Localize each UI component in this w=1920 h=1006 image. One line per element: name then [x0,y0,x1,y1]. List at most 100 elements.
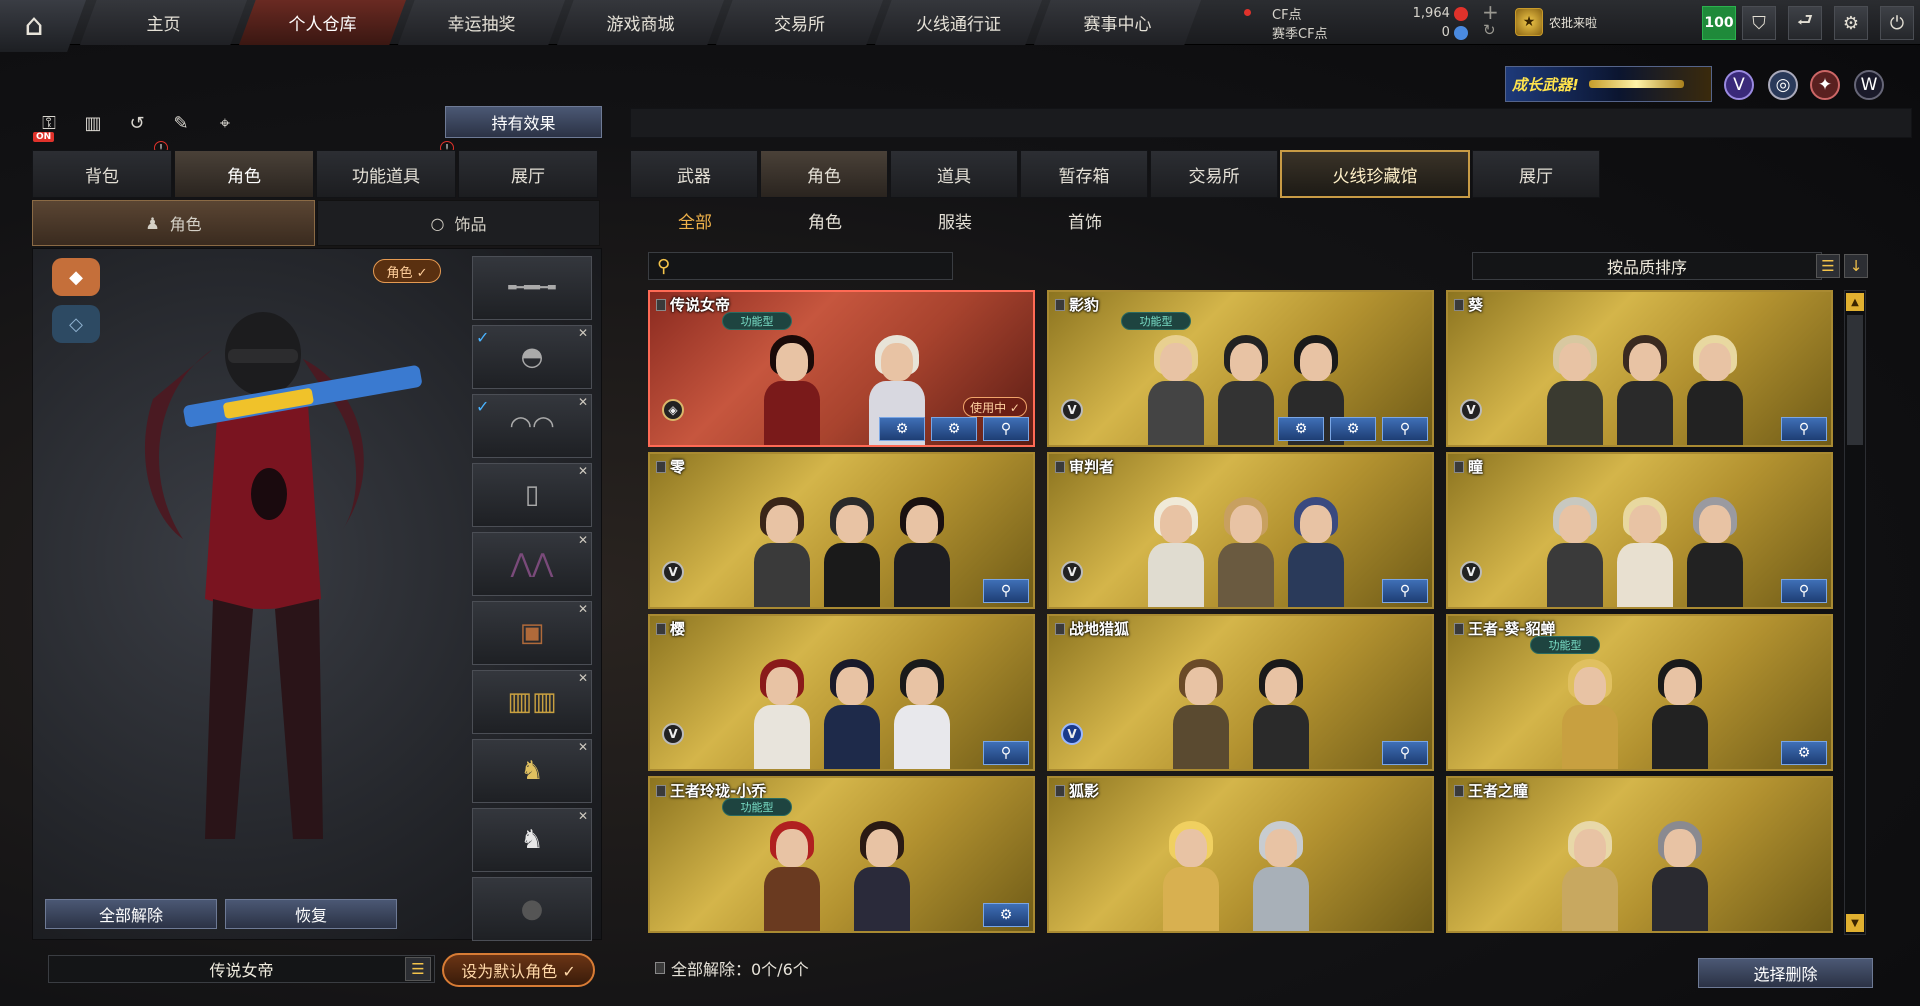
ranking-icon[interactable]: ▥ [79,108,107,138]
auto-toggle-icon[interactable]: ⚿ ON [33,108,63,142]
character-card[interactable]: 王者玲珑-小乔 功能型 ⚙ [648,776,1035,933]
gear-settings-button[interactable]: ⚙ [1278,417,1324,441]
scroll-up-icon[interactable]: ▲ [1846,293,1864,311]
shield-icon[interactable]: ⛉ [1742,6,1776,40]
zoom-button[interactable]: ⚲ [1781,417,1827,441]
character-card[interactable]: 影豹 功能型 V ⚙ ⚙ ⚲ [1047,290,1434,447]
character-card[interactable]: 战地猎狐 V ⚲ [1047,614,1434,771]
character-card[interactable]: 王者-葵-貂蝉 功能型 ⚙ [1446,614,1833,771]
character-card[interactable]: 葵 V ⚲ [1446,290,1833,447]
restore-button[interactable]: 恢复 [225,899,397,929]
sort-direction-icon[interactable]: ↓ [1844,254,1868,278]
tab-function-items[interactable]: 功能道具 [316,150,456,198]
zoom-button[interactable]: ⚲ [1382,741,1428,765]
tab-storage[interactable]: 暂存箱 [1020,150,1148,198]
zoom-button[interactable]: ⚲ [1382,417,1428,441]
nav-event-center[interactable]: 赛事中心 [1034,0,1201,45]
user-info[interactable]: ★ 农批来啦 [1515,6,1597,38]
filter-all[interactable]: 全部 [630,198,760,242]
role-tag[interactable]: 角色 ✓ [373,259,441,283]
close-icon[interactable]: ✕ [578,809,588,823]
menu-icon[interactable]: ☰ [405,957,431,981]
gear-button[interactable]: ⚙ [1330,417,1376,441]
subtab-accessory[interactable]: ○ 饰品 [317,200,600,246]
v-emblem-icon[interactable]: V [1724,70,1754,100]
slot-weapon[interactable]: ╾━╼ [472,256,592,320]
scroll-thumb[interactable] [1847,315,1863,445]
zoom-button[interactable]: ⚲ [983,417,1029,441]
globe-icon[interactable]: ◎ [1768,70,1798,100]
gear-button[interactable]: ⚙ [931,417,977,441]
cycle-icon[interactable]: ↺ [123,108,151,138]
filter-jewelry[interactable]: 首饰 [1020,198,1150,242]
zoom-button[interactable]: ⚲ [983,741,1029,765]
gear-settings-button[interactable]: ⚙ [879,417,925,441]
tab-collection[interactable]: 火线珍藏馆 [1280,150,1470,198]
sort-dropdown[interactable]: 按品质排序 [1472,252,1822,280]
close-icon[interactable]: ✕ [578,602,588,616]
character-card[interactable]: 狐影 [1047,776,1434,933]
scroll-down-icon[interactable]: ▼ [1846,914,1864,932]
wolf-emblem-icon[interactable]: ◆ [52,258,100,296]
slot-silver-wolf[interactable]: ♞ ✕ [472,808,592,872]
slot-helmet[interactable]: ✓ ◓ ✕ [472,325,592,389]
slot-radio[interactable]: ▯ ✕ [472,463,592,527]
badge-emblem-icon[interactable]: ◇ [52,305,100,343]
sort-menu-icon[interactable]: ☰ [1816,254,1840,278]
character-card[interactable]: 王者之瞳 [1446,776,1833,933]
gear-settings-button[interactable]: ⚙ [983,903,1029,927]
nav-exchange[interactable]: 交易所 [716,0,883,45]
tab-characters[interactable]: 角色 [760,150,888,198]
tab-character[interactable]: 角色 [174,150,314,198]
character-model[interactable] [93,279,513,879]
tab-exchange[interactable]: 交易所 [1150,150,1278,198]
filter-clothing[interactable]: 服装 [890,198,1020,242]
tab-weapons[interactable]: 武器 [630,150,758,198]
w-logo-icon[interactable]: W [1854,70,1884,100]
nav-game-store[interactable]: 游戏商城 [557,0,724,45]
close-icon[interactable]: ✕ [578,533,588,547]
refresh-icon[interactable]: ↻ [1483,21,1496,39]
wand-icon[interactable]: ✎ [167,108,195,138]
zoom-button[interactable]: ⚲ [1382,579,1428,603]
nav-home[interactable]: 主页 [80,0,247,45]
character-card[interactable]: 零 V ⚲ [648,452,1035,609]
close-icon[interactable]: ✕ [578,464,588,478]
character-name-field[interactable]: 传说女帝 [48,955,435,983]
tab-showroom[interactable]: 展厅 [458,150,598,198]
slot-wings[interactable]: ⋀⋀ ✕ [472,532,592,596]
close-icon[interactable]: ✕ [578,671,588,685]
mouse-icon[interactable]: ⌖ [211,108,239,138]
zoom-button[interactable]: ⚲ [1781,579,1827,603]
select-delete-button[interactable]: 选择删除 [1698,958,1873,988]
nav-battle-pass[interactable]: 火线通行证 [875,0,1042,45]
tab-showroom-right[interactable]: 展厅 [1472,150,1600,198]
character-card[interactable]: 樱 V ⚲ [648,614,1035,771]
nav-personal-warehouse[interactable]: 个人仓库 [239,0,406,45]
exit-icon[interactable]: ⮐ [1788,6,1822,40]
close-icon[interactable]: ✕ [578,740,588,754]
slot-goggles[interactable]: ✓ ◠◠ ✕ [472,394,592,458]
slot-gold-wolf[interactable]: ♞ ✕ [472,739,592,803]
slot-ammo[interactable]: ▥▥ ✕ [472,670,592,734]
set-default-character-button[interactable]: 设为默认角色 ✓ [442,953,595,987]
close-icon[interactable]: ✕ [578,326,588,340]
grid-scrollbar[interactable]: ▲ ▼ [1844,290,1866,935]
character-card[interactable]: 传说女帝 功能型 ◈ 使用中 ✓ ⚙ ⚙ ⚲ [648,290,1035,447]
slot-ring[interactable]: ● [472,877,592,941]
close-icon[interactable]: ✕ [578,395,588,409]
unequip-all-button[interactable]: 全部解除 [45,899,217,929]
bird-icon[interactable]: ✦ [1810,70,1840,100]
character-card[interactable]: 瞳 V ⚲ [1446,452,1833,609]
slot-backpack[interactable]: ▣ ✕ [472,601,592,665]
character-card[interactable]: 审判者 V ⚲ [1047,452,1434,609]
nav-lucky-draw[interactable]: 幸运抽奖 [398,0,565,45]
subtab-character[interactable]: ♟ 角色 [32,200,315,246]
search-input[interactable]: ⚲ [648,252,953,280]
gear-settings-button[interactable]: ⚙ [1781,741,1827,765]
gear-icon[interactable]: ⚙ [1834,6,1868,40]
tab-items[interactable]: 道具 [890,150,1018,198]
zoom-button[interactable]: ⚲ [983,579,1029,603]
holding-effect-button[interactable]: 持有效果 [445,106,602,138]
power-icon[interactable]: ⏻ [1880,6,1914,40]
